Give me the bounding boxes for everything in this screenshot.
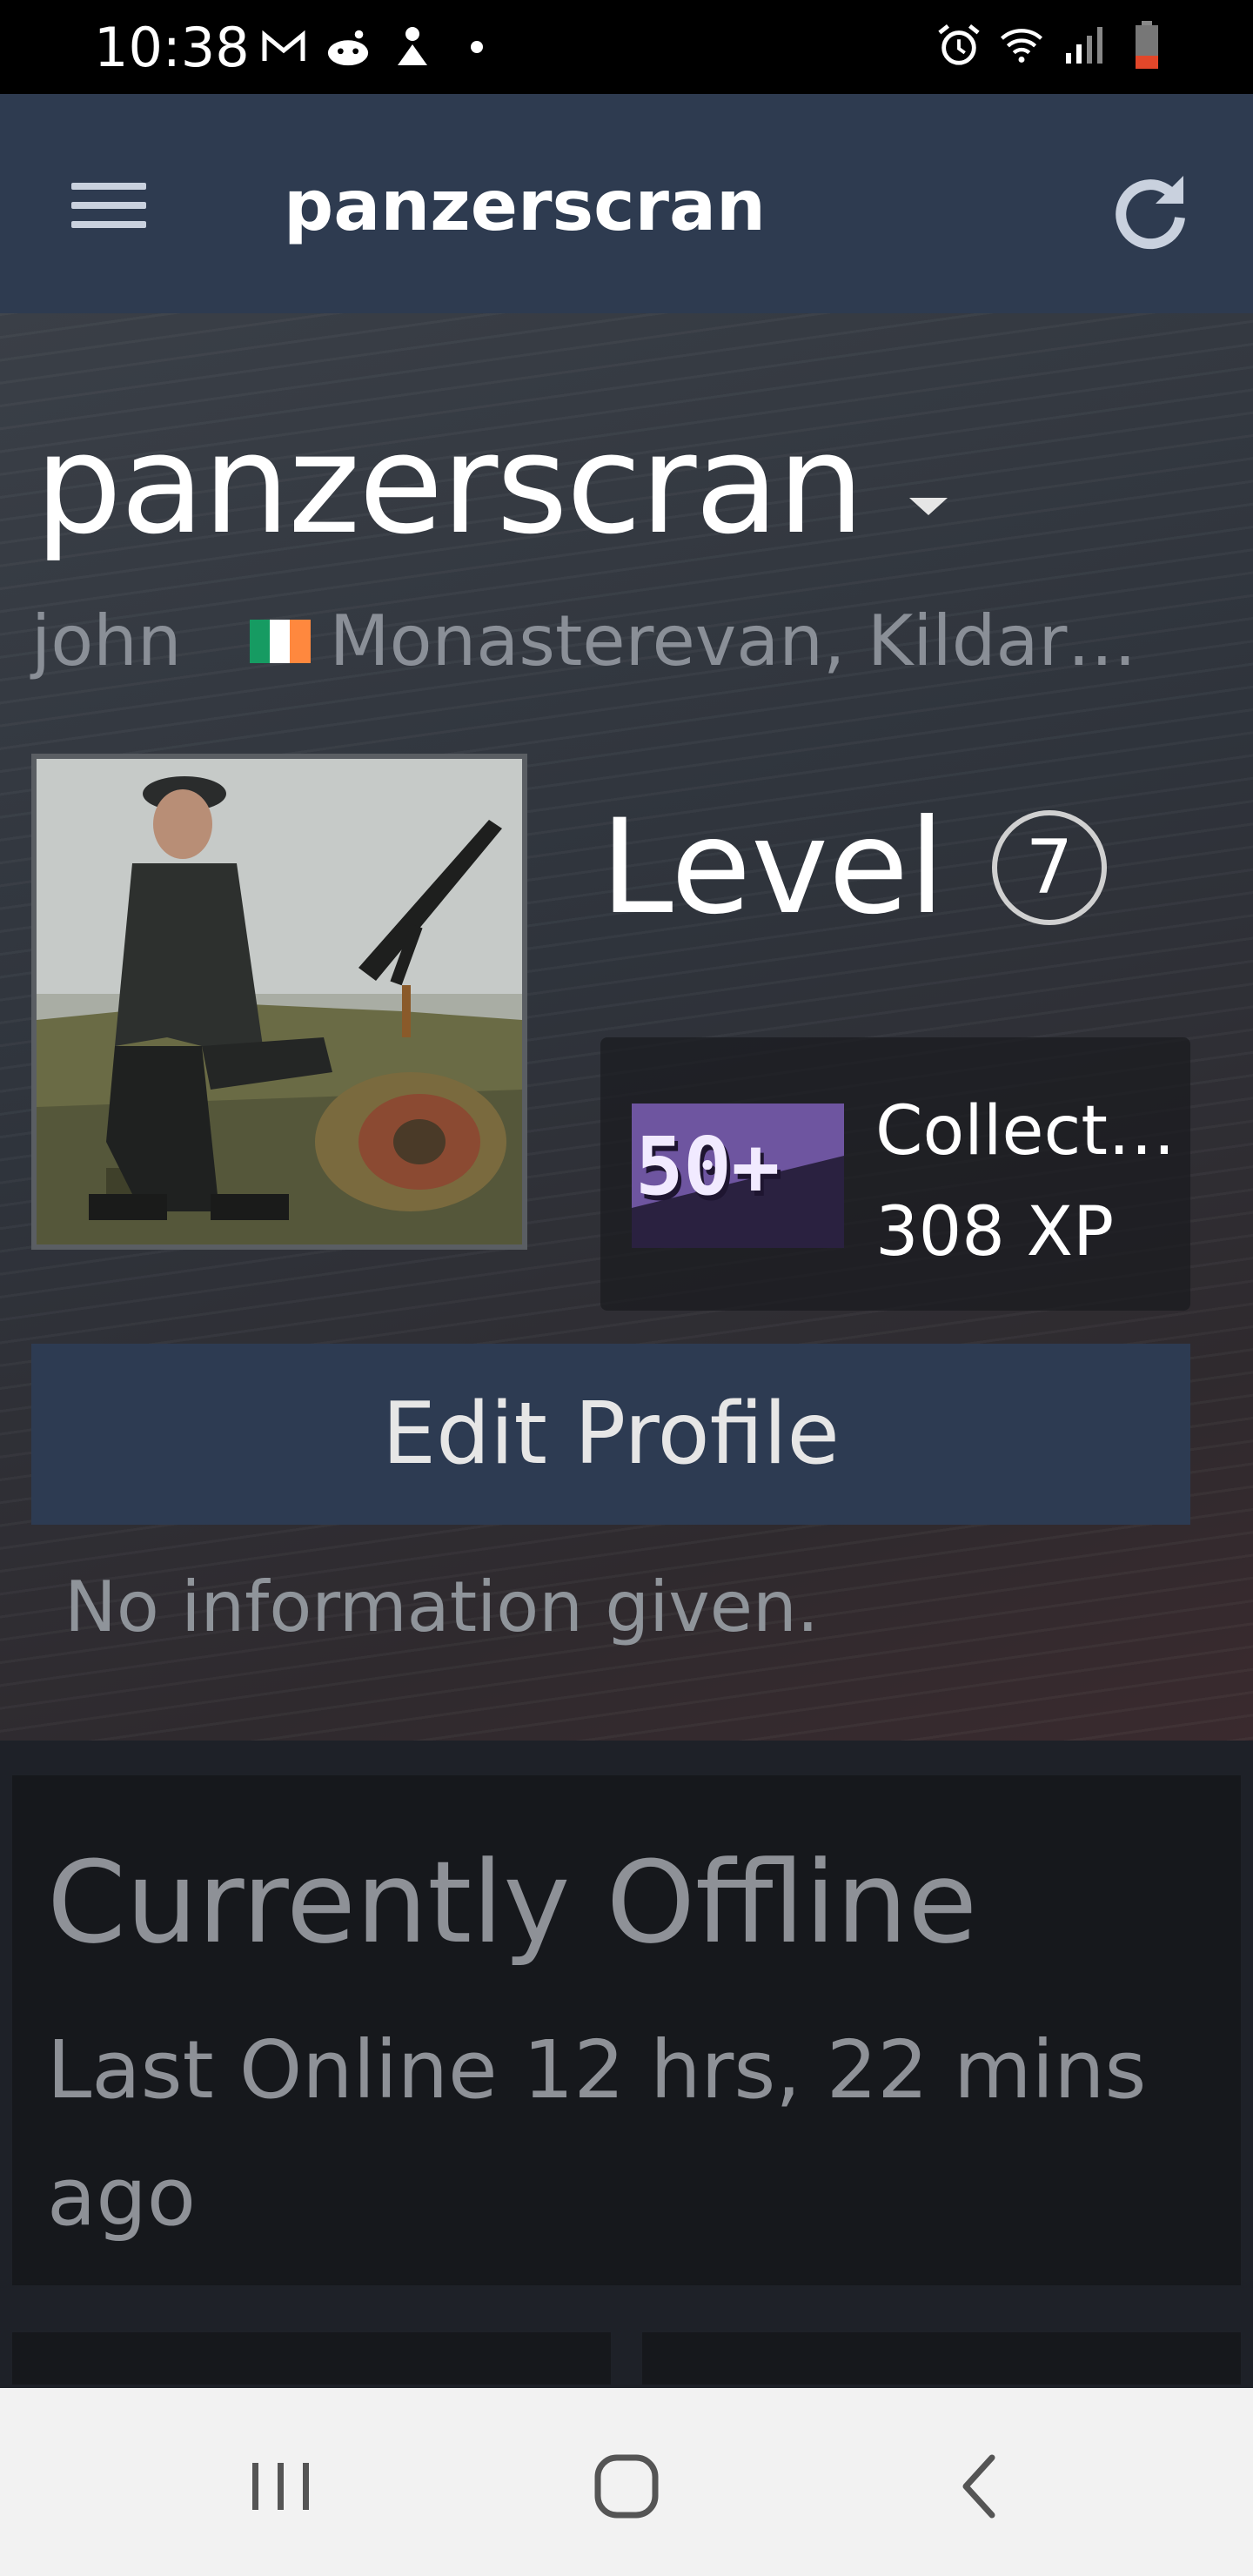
edit-profile-button[interactable]: Edit Profile	[31, 1344, 1190, 1525]
hamburger-menu-icon[interactable]	[61, 171, 157, 240]
persona-name-dropdown[interactable]: panzerscran	[35, 405, 948, 565]
profile-header: panzerscran john Monasterevan, Kildar… L…	[0, 313, 1253, 1741]
app-bar: panzerscran	[0, 94, 1253, 313]
online-status-panel: Currently Offline Last Online 12 hrs, 22…	[12, 1775, 1241, 2285]
system-navigation-bar	[0, 2388, 1253, 2576]
badge-info: Collect… 308 XP	[875, 1081, 1176, 1283]
home-icon[interactable]	[579, 2438, 674, 2534]
profile-meta: john Monasterevan, Kildar…	[31, 600, 1136, 681]
gmail-icon	[261, 24, 306, 70]
level-label: Level	[600, 792, 945, 943]
status-title: Currently Offline	[47, 1836, 978, 1969]
content-card-right	[642, 2332, 1241, 2385]
level-badge: 7	[991, 810, 1107, 925]
refresh-icon[interactable]	[1103, 164, 1199, 259]
app-bar-title: panzerscran	[284, 165, 766, 246]
ireland-flag-icon	[249, 619, 311, 663]
system-icons	[936, 21, 1169, 69]
avatar[interactable]	[31, 754, 527, 1250]
recent-apps-icon[interactable]	[233, 2438, 329, 2534]
badge-name: Collect…	[875, 1092, 1176, 1171]
status-bar: 10:38	[0, 0, 1253, 94]
profile-summary: No information given.	[64, 1566, 820, 1647]
back-icon[interactable]	[933, 2438, 1029, 2534]
location: Monasterevan, Kildar…	[329, 600, 1137, 681]
level-row: Level 7	[600, 792, 1107, 943]
last-online: Last Online 12 hrs, 22 mins ago	[47, 2023, 1147, 2244]
app-icon	[390, 24, 435, 70]
reddit-icon	[325, 24, 371, 70]
status-time: 10:38	[94, 16, 250, 79]
collector-badge-icon: 50+ 50+	[632, 1104, 844, 1248]
battery-icon	[1124, 21, 1169, 69]
content-card-left	[12, 2332, 611, 2385]
signal-icon	[1062, 23, 1107, 68]
chevron-down-icon[interactable]	[909, 498, 948, 515]
alarm-icon	[936, 23, 982, 68]
notification-icons	[261, 24, 499, 70]
wifi-icon	[999, 23, 1044, 68]
real-name: john	[31, 600, 182, 681]
avatar-image	[37, 759, 522, 1244]
featured-badge[interactable]: 50+ 50+ Collect… 308 XP	[600, 1037, 1190, 1311]
dot-icon	[454, 24, 499, 70]
badge-icon-text: 50+	[635, 1120, 780, 1213]
badge-xp: 308 XP	[875, 1193, 1115, 1271]
persona-name: panzerscran	[35, 405, 864, 565]
